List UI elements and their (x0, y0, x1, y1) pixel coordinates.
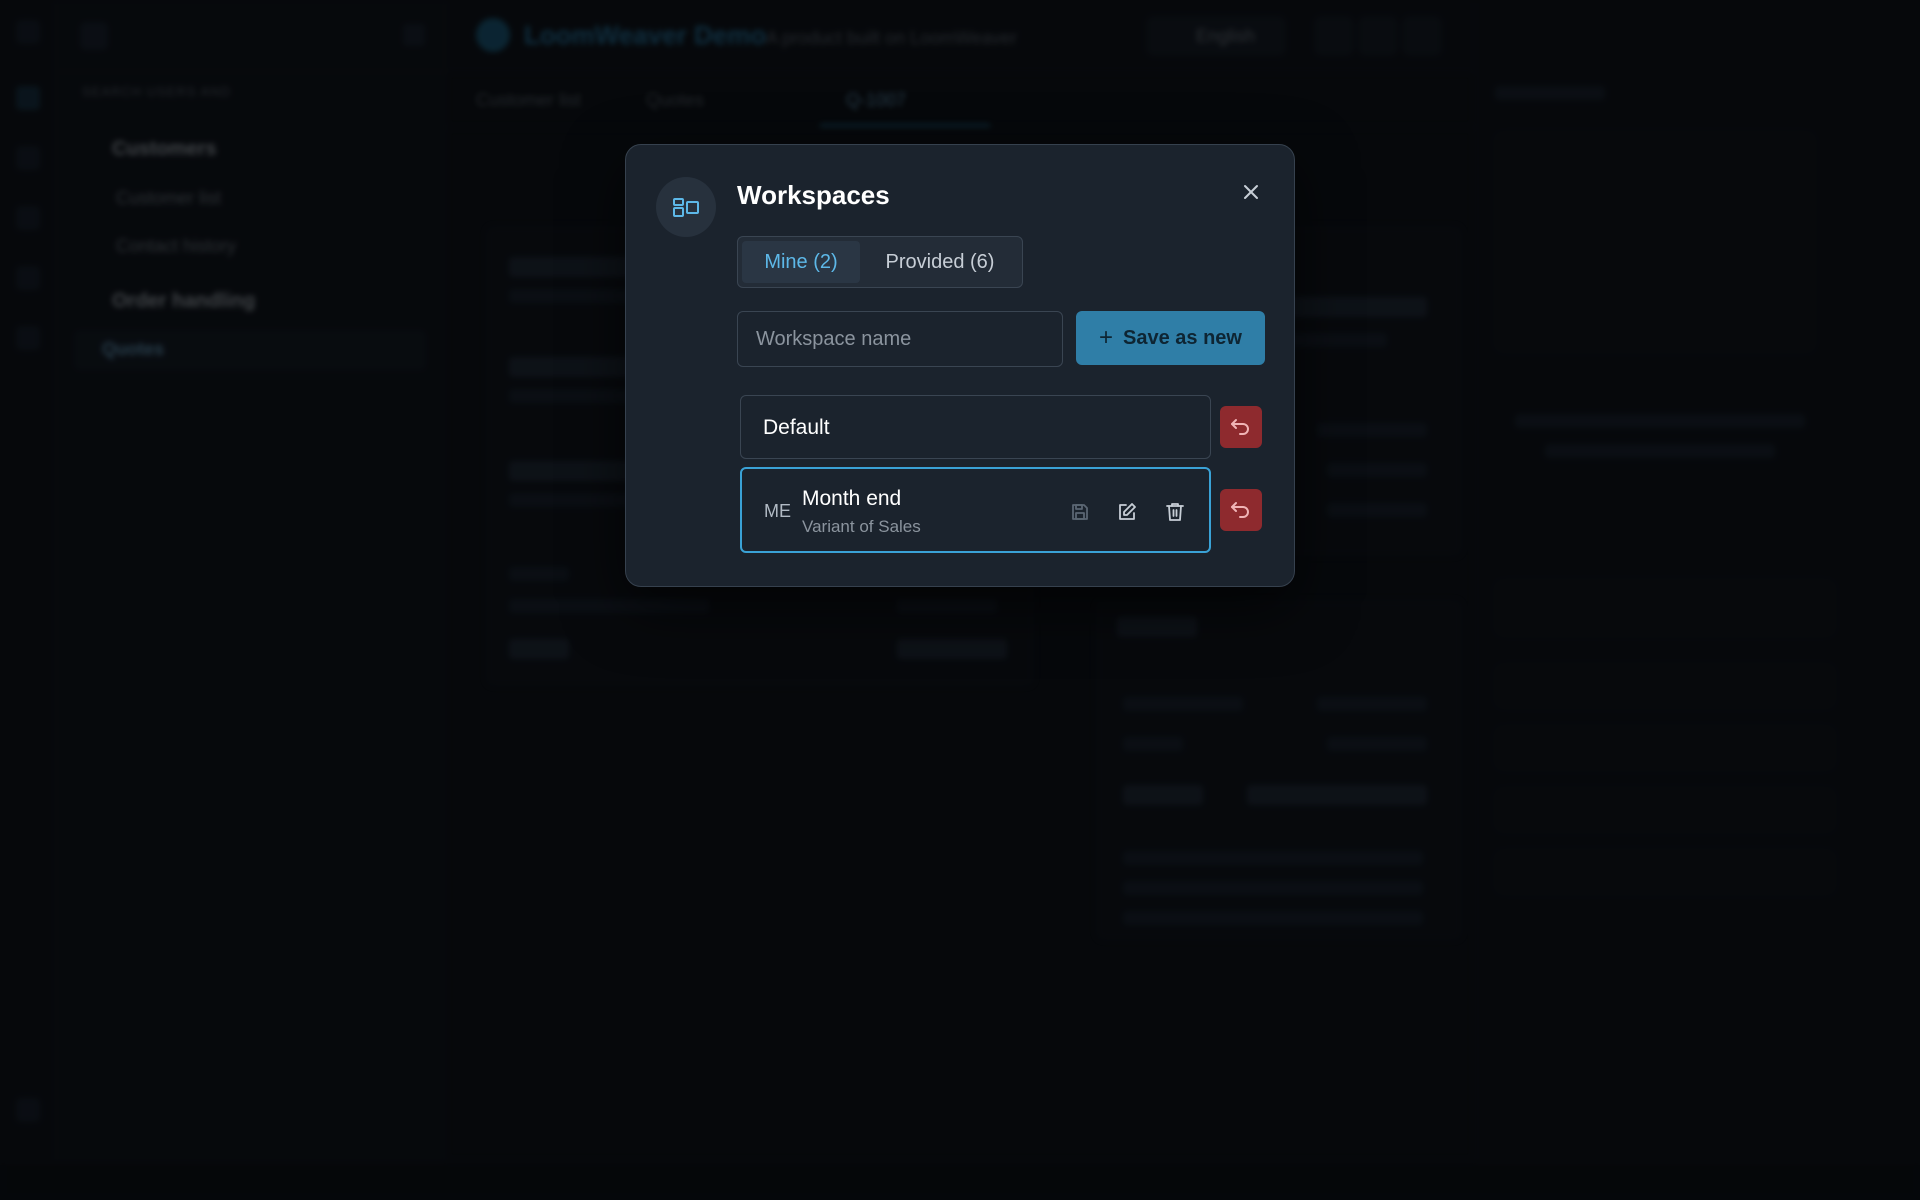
segment-mine[interactable]: Mine (2) (742, 241, 860, 283)
edit-icon (1119, 503, 1136, 520)
workspace-name: Default (763, 416, 830, 439)
workspace-name: Month end (802, 487, 902, 510)
delete-workspace-button[interactable] (1162, 499, 1188, 525)
save-icon (1072, 504, 1088, 520)
plus-icon: + (1099, 324, 1114, 351)
save-as-new-button[interactable]: + Save as new (1076, 311, 1265, 365)
workspace-row-month-end[interactable]: ME Month end Variant of Sales (740, 467, 1211, 553)
workspace-abbreviation: ME (764, 501, 791, 521)
workspaces-dialog: Workspaces Mine (2) Provided (6) + Save … (625, 144, 1295, 587)
reset-workspace-button[interactable] (1220, 489, 1262, 531)
dialog-title: Workspaces (737, 180, 890, 210)
undo-icon (1231, 419, 1249, 435)
undo-icon (1231, 502, 1249, 518)
close-button[interactable] (1236, 177, 1266, 207)
layout-icon (656, 177, 716, 237)
workspace-row-default[interactable]: Default (740, 395, 1211, 459)
segment-provided[interactable]: Provided (6) (862, 241, 1018, 283)
workspace-filter-segmented: Mine (2) Provided (6) (737, 236, 1023, 288)
workspace-subtitle: Variant of Sales (802, 517, 921, 536)
edit-workspace-button[interactable] (1114, 499, 1140, 525)
workspace-name-input[interactable] (737, 311, 1063, 367)
close-icon (1244, 185, 1258, 199)
reset-workspace-button[interactable] (1220, 406, 1262, 448)
trash-icon (1166, 503, 1184, 521)
save-as-new-label: Save as new (1123, 326, 1242, 349)
save-workspace-button[interactable] (1067, 499, 1093, 525)
